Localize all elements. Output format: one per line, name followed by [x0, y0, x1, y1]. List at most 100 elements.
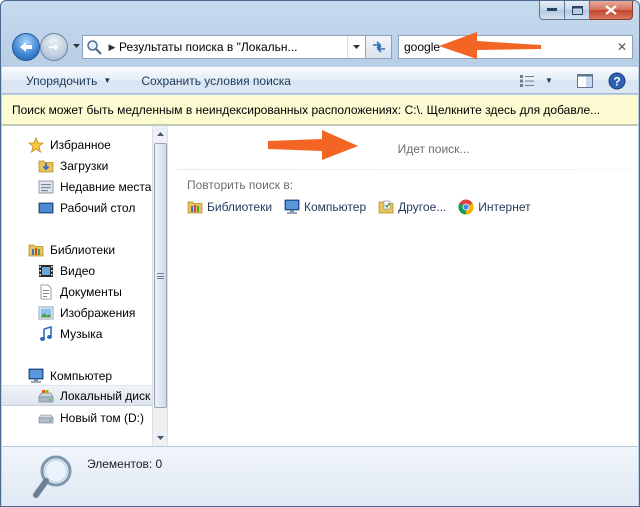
address-text: Результаты поиска в "Локальн...: [119, 40, 298, 54]
libraries-icon: [28, 242, 44, 258]
computer-icon: [284, 199, 300, 215]
maximize-button[interactable]: [565, 1, 590, 20]
save-search-button[interactable]: Сохранить условия поиска: [133, 70, 299, 92]
forward-button[interactable]: [40, 33, 68, 61]
view-options-dropdown[interactable]: ▼: [542, 70, 556, 92]
refresh-icon: [372, 41, 385, 53]
sidebar-item-label: Рабочий стол: [60, 200, 136, 215]
scroll-up-button[interactable]: [153, 126, 168, 142]
change-view-button[interactable]: [516, 70, 538, 92]
sidebar-item-label: Локальный диск: [60, 388, 151, 403]
search-again-internet[interactable]: Интернет: [458, 199, 531, 215]
pictures-icon: [38, 305, 54, 321]
breadcrumb-separator-icon[interactable]: ▶: [105, 42, 119, 53]
sidebar-item-label: Видео: [60, 263, 96, 278]
search-box[interactable]: ✕: [398, 35, 633, 59]
chevron-down-icon: [72, 44, 80, 48]
address-dropdown[interactable]: [347, 36, 365, 58]
search-again-label: Повторить поиск в:: [187, 178, 294, 192]
clear-search-button[interactable]: ✕: [612, 37, 632, 57]
item-count: Элементов: 0: [87, 457, 163, 471]
search-again-item-label: Библиотеки: [207, 200, 273, 214]
search-again-item-label: Другое...: [398, 200, 447, 214]
libraries-icon: [187, 199, 203, 215]
search-folder-icon: [83, 36, 105, 58]
music-icon: [38, 325, 54, 342]
sidebar-item-label: Документы: [60, 284, 122, 299]
chevron-down-icon: ▼: [103, 76, 112, 85]
search-again-computer[interactable]: Компьютер: [284, 199, 366, 215]
drive-icon: [38, 410, 54, 426]
close-icon: ✕: [616, 40, 628, 54]
downloads-folder-icon: [38, 158, 54, 174]
forward-arrow-icon: [47, 41, 61, 53]
minimize-button[interactable]: [539, 1, 565, 20]
svg-text:?: ?: [613, 74, 620, 88]
results-pane: Идет поиск... Повторить поиск в: Библиот…: [169, 126, 638, 446]
search-again-custom[interactable]: Другое...: [378, 199, 446, 215]
navigation-pane-scrollbar[interactable]: [152, 126, 168, 446]
navigation-pane: Избранное Загрузки Недавние места Рабочи…: [2, 126, 152, 446]
star-icon: [28, 136, 44, 153]
command-bar: Упорядочить ▼ Сохранить условия поиска ▼: [2, 67, 638, 94]
sidebar-item-downloads[interactable]: Загрузки: [2, 155, 152, 176]
search-status: Идет поиск...: [397, 142, 470, 156]
chrome-icon: [458, 199, 474, 215]
refresh-button[interactable]: [366, 35, 392, 59]
desktop-icon: [38, 200, 54, 216]
organize-button[interactable]: Упорядочить ▼: [18, 70, 119, 92]
sidebar-item-video[interactable]: Видео: [2, 260, 152, 281]
preview-pane-icon: [577, 73, 593, 88]
address-bar[interactable]: ▶ Результаты поиска в "Локальн...: [82, 35, 366, 59]
chevron-down-icon: ▼: [545, 76, 553, 85]
recent-pages-dropdown[interactable]: [70, 40, 82, 52]
sidebar-item-computer[interactable]: Компьютер: [2, 365, 152, 386]
organize-label: Упорядочить: [26, 73, 98, 88]
computer-icon: [28, 368, 44, 384]
chevron-down-icon: [157, 436, 164, 440]
maximize-icon: [571, 5, 583, 15]
search-again-libraries[interactable]: Библиотеки: [187, 199, 272, 215]
sidebar-item-documents[interactable]: Документы: [2, 281, 152, 302]
sidebar-item-label: Музыка: [60, 326, 103, 341]
sidebar-item-music[interactable]: Музыка: [2, 323, 152, 344]
back-button[interactable]: [12, 33, 40, 61]
help-button[interactable]: ?: [606, 70, 628, 92]
minimize-icon: [547, 8, 557, 11]
explorer-body: Избранное Загрузки Недавние места Рабочи…: [2, 126, 638, 446]
view-controls: ▼ ?: [516, 70, 638, 92]
preview-pane-button[interactable]: [574, 70, 596, 92]
search-again-item-label: Интернет: [478, 200, 531, 214]
sidebar-item-pictures[interactable]: Изображения: [2, 302, 152, 323]
sidebar-item-new-volume[interactable]: Новый том (D:): [2, 407, 152, 428]
video-icon: [38, 263, 54, 279]
info-bar[interactable]: Поиск может быть медленным в неиндексиро…: [2, 95, 638, 125]
caption-buttons: [539, 1, 633, 21]
sidebar-item-label: Недавние места: [60, 179, 152, 194]
sidebar-item-local-disk[interactable]: Локальный диск: [2, 385, 152, 406]
sidebar-item-label: Избранное: [50, 137, 111, 152]
divider: [177, 169, 630, 170]
details-pane: Элементов: 0: [2, 446, 638, 506]
scroll-down-button[interactable]: [153, 430, 168, 446]
save-search-label: Сохранить условия поиска: [141, 73, 291, 88]
sidebar-item-label: Загрузки: [60, 158, 109, 173]
scrollbar-thumb[interactable]: [154, 143, 167, 408]
close-button[interactable]: [590, 1, 633, 20]
search-again-item-label: Компьютер: [304, 200, 367, 214]
sidebar-item-desktop[interactable]: Рабочий стол: [2, 197, 152, 218]
sidebar-item-label: Компьютер: [50, 368, 113, 383]
sidebar-item-recent-places[interactable]: Недавние места: [2, 176, 152, 197]
sidebar-item-label: Библиотеки: [50, 242, 116, 257]
explorer-window: ▶ Результаты поиска в "Локальн... ✕ Упор…: [0, 0, 640, 507]
custom-folder-icon: [378, 199, 394, 215]
search-input[interactable]: [399, 37, 612, 57]
sidebar-item-favorites[interactable]: Избранное: [2, 134, 152, 155]
sidebar-item-libraries[interactable]: Библиотеки: [2, 239, 152, 260]
help-icon: ?: [608, 72, 626, 89]
chevron-up-icon: [157, 132, 164, 136]
sidebar-item-label: Изображения: [60, 305, 136, 320]
local-disk-icon: [38, 388, 54, 404]
recent-places-icon: [38, 179, 54, 195]
search-again-list: Библиотеки Компьютер Другое... Интернет: [187, 199, 531, 215]
